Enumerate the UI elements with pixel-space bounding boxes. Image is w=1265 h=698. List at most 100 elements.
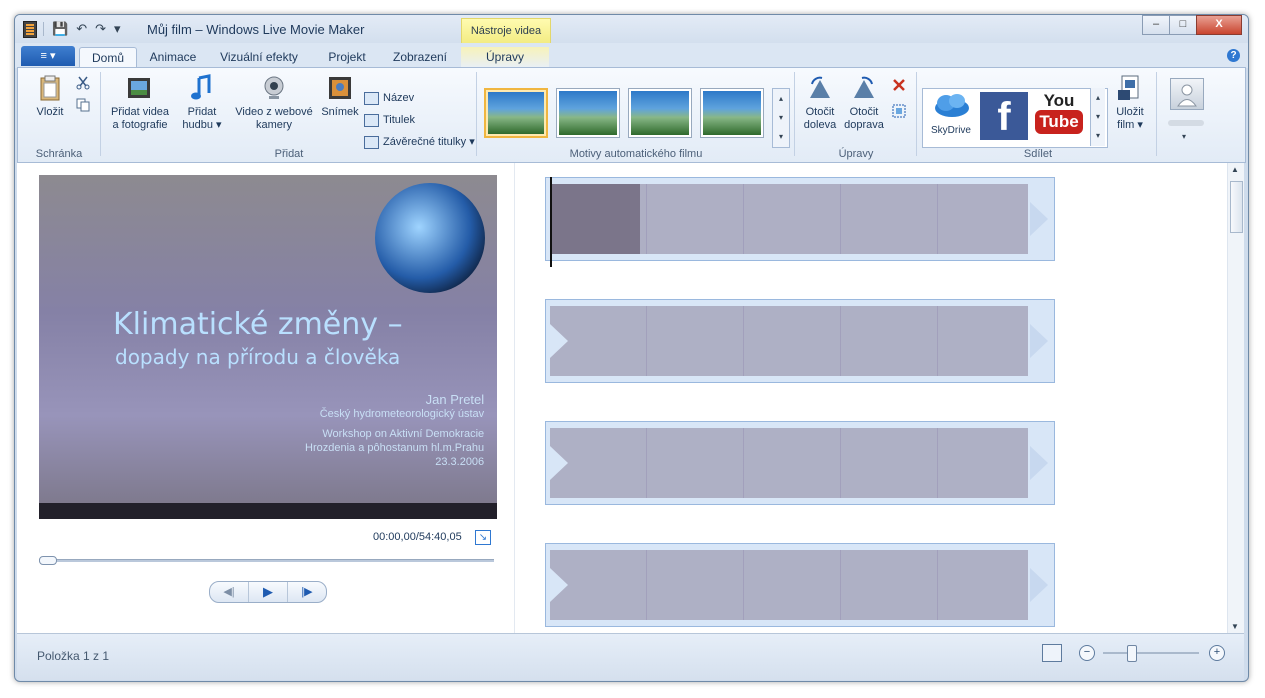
theme-gallery-scroller[interactable]: ▴ ▾ ▾ [772,88,790,148]
share-gallery-scroller[interactable]: ▴ ▾ ▾ [1090,88,1105,146]
title-icon [364,91,379,105]
scroll-up-icon[interactable]: ▲ [1231,165,1239,174]
clip-start-arrow [550,324,568,358]
minimize-button[interactable]: – [1142,15,1170,35]
save-movie-button[interactable]: Uložit film ▾ [1110,74,1150,132]
separator [1156,72,1157,156]
film-photo-icon [128,78,150,98]
cut-icon[interactable] [76,76,90,90]
next-frame-button[interactable]: |▶ [288,582,326,602]
skydrive-button[interactable]: SkyDrive [926,90,976,142]
save-icon[interactable]: 💾 [52,21,68,36]
pane-splitter[interactable] [514,163,515,633]
theme-thumbnail-2[interactable] [556,88,620,138]
credits-icon [364,135,379,149]
storyboard-view-icon[interactable] [1042,644,1062,662]
theme-preview [703,91,761,135]
seek-thumb[interactable] [39,556,57,565]
credits-label: Závěrečné titulky ▾ [383,136,475,148]
slide-credits: Jan Pretel Český hydrometeorologický úst… [305,393,484,469]
rotate-left-icon [810,76,830,98]
redo-icon[interactable]: ↷ [95,21,106,36]
close-button[interactable]: X [1196,15,1242,35]
audience-silhouettes [39,503,497,519]
storyboard-scrollbar[interactable]: ▲ ▼ [1227,163,1244,633]
sign-in-button[interactable] [1170,78,1204,110]
group-label-themes: Motivy automatického filmu [569,148,703,160]
music-note-icon [191,74,211,100]
storyboard-clip[interactable] [545,299,1055,383]
paste-label: Vložit [36,106,64,118]
group-autotheme: ▴ ▾ ▾ Motivy automatického filmu [478,68,794,162]
theme-thumbnail-3[interactable] [628,88,692,138]
clip-frames [550,428,1028,498]
video-preview[interactable]: Klimatické změny – dopady na přírodu a č… [39,175,497,519]
facebook-button[interactable]: f [980,92,1028,140]
tab-edit[interactable]: Úpravy [461,47,549,68]
separator [476,72,477,156]
youtube-label-1: You [1043,91,1075,110]
theme-thumbnail-1[interactable] [484,88,548,138]
rotate-left-label-2: doleva [803,119,837,131]
caption-button[interactable]: Titulek [364,111,415,129]
maximize-button[interactable]: □ [1169,15,1197,35]
scroll-down-icon[interactable]: ▼ [1231,622,1239,631]
slide-date: 23.3.2006 [435,456,485,468]
zoom-thumb[interactable] [1127,645,1137,662]
rotate-left-button[interactable]: Otočit doleva [798,74,842,132]
remove-icon[interactable] [892,78,906,92]
copy-icon[interactable] [76,98,90,112]
group-clipboard: Vložit Schránka [18,68,100,162]
film-app-icon[interactable] [23,21,37,38]
help-icon[interactable]: ? [1227,49,1240,62]
select-all-icon[interactable] [892,104,906,118]
tab-home[interactable]: Domů [79,47,137,69]
add-videos-label-2: a fotografie [112,119,168,131]
save-movie-label-1: Uložit [1116,106,1144,118]
clip-continue-arrow [1030,568,1048,602]
sign-in-dropdown-icon[interactable]: ▾ [1182,132,1186,141]
quick-access-toolbar: 💾 ↶ ↷ ▾ [43,21,121,36]
zoom-in-icon[interactable]: + [1209,645,1225,661]
customize-qat-icon[interactable]: ▾ [114,21,121,36]
storyboard-clip[interactable] [545,543,1055,627]
app-menu-button[interactable]: ≡ ▾ [21,46,75,66]
youtube-button[interactable]: You Tube [1034,92,1084,140]
gallery-down-icon[interactable]: ▾ [773,108,789,127]
undo-icon[interactable]: ↶ [76,21,87,36]
storyboard-clip[interactable] [545,177,1055,261]
zoom-slider[interactable] [1103,645,1199,662]
theme-thumbnail-4[interactable] [700,88,764,138]
add-music-button[interactable]: Přidat hudbu ▾ [178,74,226,132]
fullscreen-icon[interactable]: ↘ [475,530,491,545]
tab-project[interactable]: Projekt [313,47,381,68]
rotate-right-label-1: Otočit [849,106,879,118]
playhead[interactable] [550,177,552,267]
clip-continue-arrow [1030,446,1048,480]
theme-preview [488,92,544,134]
tab-animations[interactable]: Animace [141,47,205,68]
paste-button[interactable]: Vložit [30,74,70,119]
gallery-more-icon[interactable]: ▾ [773,127,789,146]
add-videos-photos-button[interactable]: Přidat videa a fotografie [104,74,176,132]
clip-start-arrow [550,568,568,602]
play-button[interactable]: ▶ [249,582,288,602]
window-title: Můj film – Windows Live Movie Maker [147,22,365,37]
tab-view[interactable]: Zobrazení [385,47,455,68]
user-name-placeholder [1168,120,1204,126]
previous-frame-button[interactable]: ◀| [210,582,249,602]
snapshot-button[interactable]: Snímek [320,74,360,119]
gallery-up-icon[interactable]: ▴ [773,89,789,108]
slide-institute: Český hydrometeorologický ústav [319,408,485,420]
seek-bar[interactable] [39,556,494,565]
paste-icon [40,75,60,101]
separator [43,21,44,36]
tab-visual-effects[interactable]: Vizuální efekty [211,47,307,68]
zoom-out-icon[interactable]: − [1079,645,1095,661]
rotate-right-button[interactable]: Otočit doprava [842,74,886,132]
caption-icon [364,113,379,127]
title-button[interactable]: Název [364,89,414,107]
webcam-video-button[interactable]: Video z webové kamery [230,74,318,132]
scroll-thumb[interactable] [1230,181,1243,233]
storyboard-clip[interactable] [545,421,1055,505]
